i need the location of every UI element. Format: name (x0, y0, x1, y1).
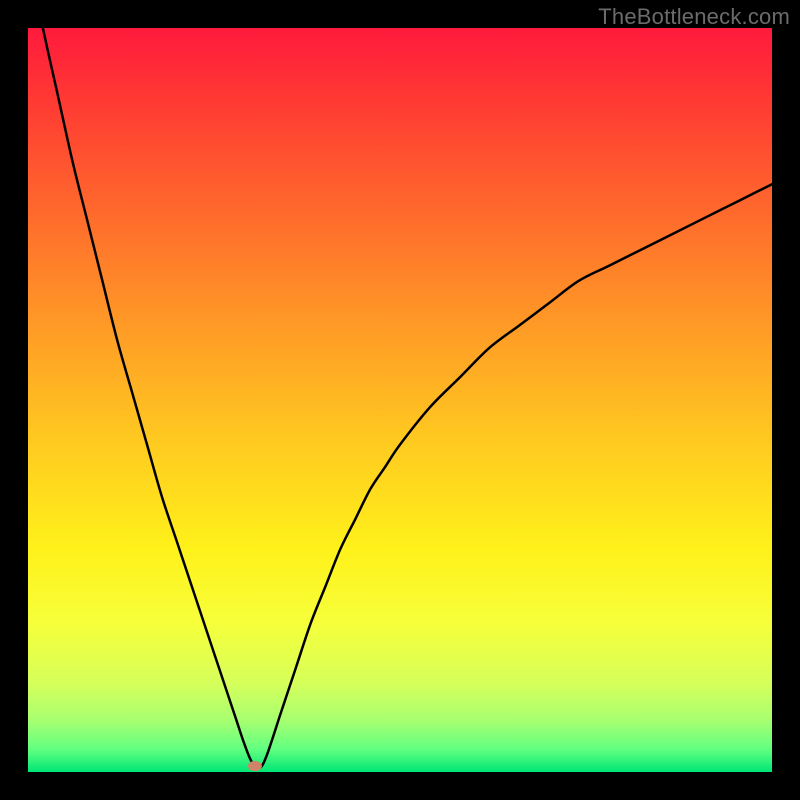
chart-background (28, 28, 772, 772)
bottleneck-chart (28, 28, 772, 772)
chart-frame (28, 28, 772, 772)
optimum-marker (248, 761, 262, 771)
watermark-text: TheBottleneck.com (598, 4, 790, 30)
